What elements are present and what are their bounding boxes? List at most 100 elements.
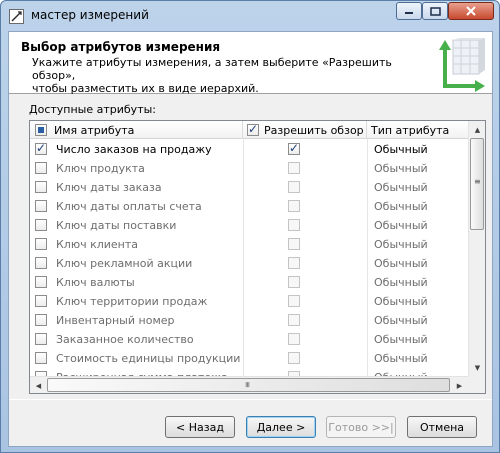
browse-checkbox[interactable] [288,257,300,269]
grip-icon: ≡ [242,381,252,388]
column-header-type-label: Тип атрибута [371,124,450,137]
attribute-type: Обычный [374,295,428,308]
minimize-icon [405,12,413,14]
wizard-client-area: Выбор атрибутов измерения Укажите атрибу… [8,31,493,447]
scroll-down-icon[interactable]: ▼ [469,359,485,376]
attribute-row[interactable]: Инвентарный номер Обычный [30,311,468,330]
attribute-name: Ключ рекламной акции [56,257,193,270]
attributes-list: Имя атрибута ✓ Разрешить обзор Тип атриб… [29,120,486,394]
attribute-row[interactable]: Ключ даты оплаты счета Обычный [30,197,468,216]
page-title: Выбор атрибутов измерения [21,40,221,54]
back-button[interactable]: < Назад [165,416,235,438]
attribute-checkbox[interactable] [35,162,47,174]
cancel-button[interactable]: Отмена [407,416,477,438]
browse-checkbox[interactable] [288,200,300,212]
attribute-type: Обычный [374,219,428,232]
attribute-name: Ключ клиента [56,238,139,251]
browse-checkbox[interactable] [288,181,300,193]
select-all-checkbox[interactable] [35,124,47,136]
column-header-name[interactable]: Имя атрибута [30,121,243,139]
next-button[interactable]: Далее > [246,416,316,438]
browse-checkbox[interactable] [288,276,300,288]
attribute-checkbox[interactable] [35,295,47,307]
attribute-type: Обычный [374,276,428,289]
attribute-name: Ключ даты заказа [56,181,162,194]
column-header-name-label: Имя атрибута [54,124,135,137]
dimension-cube-icon [439,38,485,92]
wizard-app-icon [9,9,24,24]
page-description-line1: Укажите атрибуты измерения, а затем выбе… [32,56,392,82]
wizard-header: Выбор атрибутов измерения Укажите атрибу… [9,32,492,95]
finish-button[interactable]: Готово >>| [326,416,396,438]
attribute-row[interactable]: Ключ клиента Обычный [30,235,468,254]
scroll-right-icon[interactable]: ▶ [451,377,468,393]
attribute-row[interactable]: Ключ валюты Обычный [30,273,468,292]
attribute-checkbox[interactable] [35,200,47,212]
attribute-row[interactable]: Ключ продукта Обычный [30,159,468,178]
attribute-row[interactable]: Ключ рекламной акции Обычный [30,254,468,273]
attribute-name: Инвентарный номер [56,314,175,327]
grip-icon: ≡ [474,177,481,186]
minimize-button[interactable] [396,2,422,20]
browse-checkbox[interactable] [288,295,300,307]
browse-checkbox[interactable] [288,314,300,326]
attribute-name: Ключ продукта [56,162,145,175]
attribute-checkbox[interactable] [35,352,47,364]
browse-checkbox[interactable] [288,219,300,231]
attribute-type: Обычный [374,314,428,327]
title-bar[interactable]: мастер измерений [1,1,499,31]
attribute-type: Обычный [374,238,428,251]
attribute-checkbox[interactable] [35,181,47,193]
browse-checkbox[interactable] [288,238,300,250]
footer-divider [9,399,492,400]
attribute-row[interactable]: Ключ территории продаж Обычный [30,292,468,311]
vertical-scrollbar[interactable]: ▲ ≡ ▼ [468,121,485,376]
attribute-checkbox[interactable] [35,276,47,288]
attribute-name: Заказанное количество [56,333,194,346]
browse-checkbox[interactable] [288,162,300,174]
attribute-name: Число заказов на продажу [56,143,212,156]
column-header-type[interactable]: Тип атрибута [367,121,468,139]
attribute-row[interactable]: Ключ даты заказа Обычный [30,178,468,197]
browse-all-checkbox[interactable]: ✓ [247,122,259,136]
attribute-checkbox[interactable] [35,314,47,326]
attribute-name: Стоимость единицы продукции [56,352,241,365]
attribute-type: Обычный [374,143,428,156]
browse-checkbox[interactable] [288,333,300,345]
attribute-checkbox[interactable] [35,238,47,250]
attribute-row[interactable]: Заказанное количество Обычный [30,330,468,349]
attribute-type: Обычный [374,352,428,365]
attribute-checkbox[interactable] [35,257,47,269]
attribute-type: Обычный [374,200,428,213]
scrollbar-corner [468,376,485,393]
attribute-name: Ключ даты поставки [56,219,177,232]
attribute-row[interactable]: ✓ Число заказов на продажу ✓ Обычный [30,140,468,159]
maximize-button[interactable] [422,2,448,20]
horizontal-scrollbar[interactable]: ◀ ≡ ▶ [30,376,468,393]
check-icon: ✓ [289,141,300,155]
attribute-checkbox[interactable] [35,333,47,345]
attribute-name: Ключ даты оплаты счета [56,200,202,213]
attribute-checkbox[interactable]: ✓ [35,141,47,155]
scroll-left-icon[interactable]: ◀ [30,377,47,393]
horizontal-scroll-thumb[interactable]: ≡ [47,378,450,392]
vertical-scroll-thumb[interactable]: ≡ [470,138,484,230]
attribute-type: Обычный [374,257,428,270]
attribute-row[interactable]: Ключ даты поставки Обычный [30,216,468,235]
close-button[interactable] [448,2,494,20]
window-title: мастер измерений [31,8,149,22]
attribute-row[interactable]: Стоимость единицы продукции Обычный [30,349,468,368]
attribute-type: Обычный [374,181,428,194]
browse-checkbox[interactable]: ✓ [288,141,300,155]
scroll-up-icon[interactable]: ▲ [469,121,485,138]
page-description: Укажите атрибуты измерения, а затем выбе… [32,56,422,95]
maximize-icon [429,6,441,16]
attribute-type: Обычный [374,162,428,175]
attributes-list-header: Имя атрибута ✓ Разрешить обзор Тип атриб… [30,121,468,139]
available-attributes-label: Доступные атрибуты: [29,103,156,116]
dimension-wizard-window: мастер измерений Выбор атрибутов измерен… [0,0,500,453]
close-icon [466,6,476,16]
column-header-browse[interactable]: ✓ Разрешить обзор [243,121,367,139]
attribute-checkbox[interactable] [35,219,47,231]
browse-checkbox[interactable] [288,352,300,364]
